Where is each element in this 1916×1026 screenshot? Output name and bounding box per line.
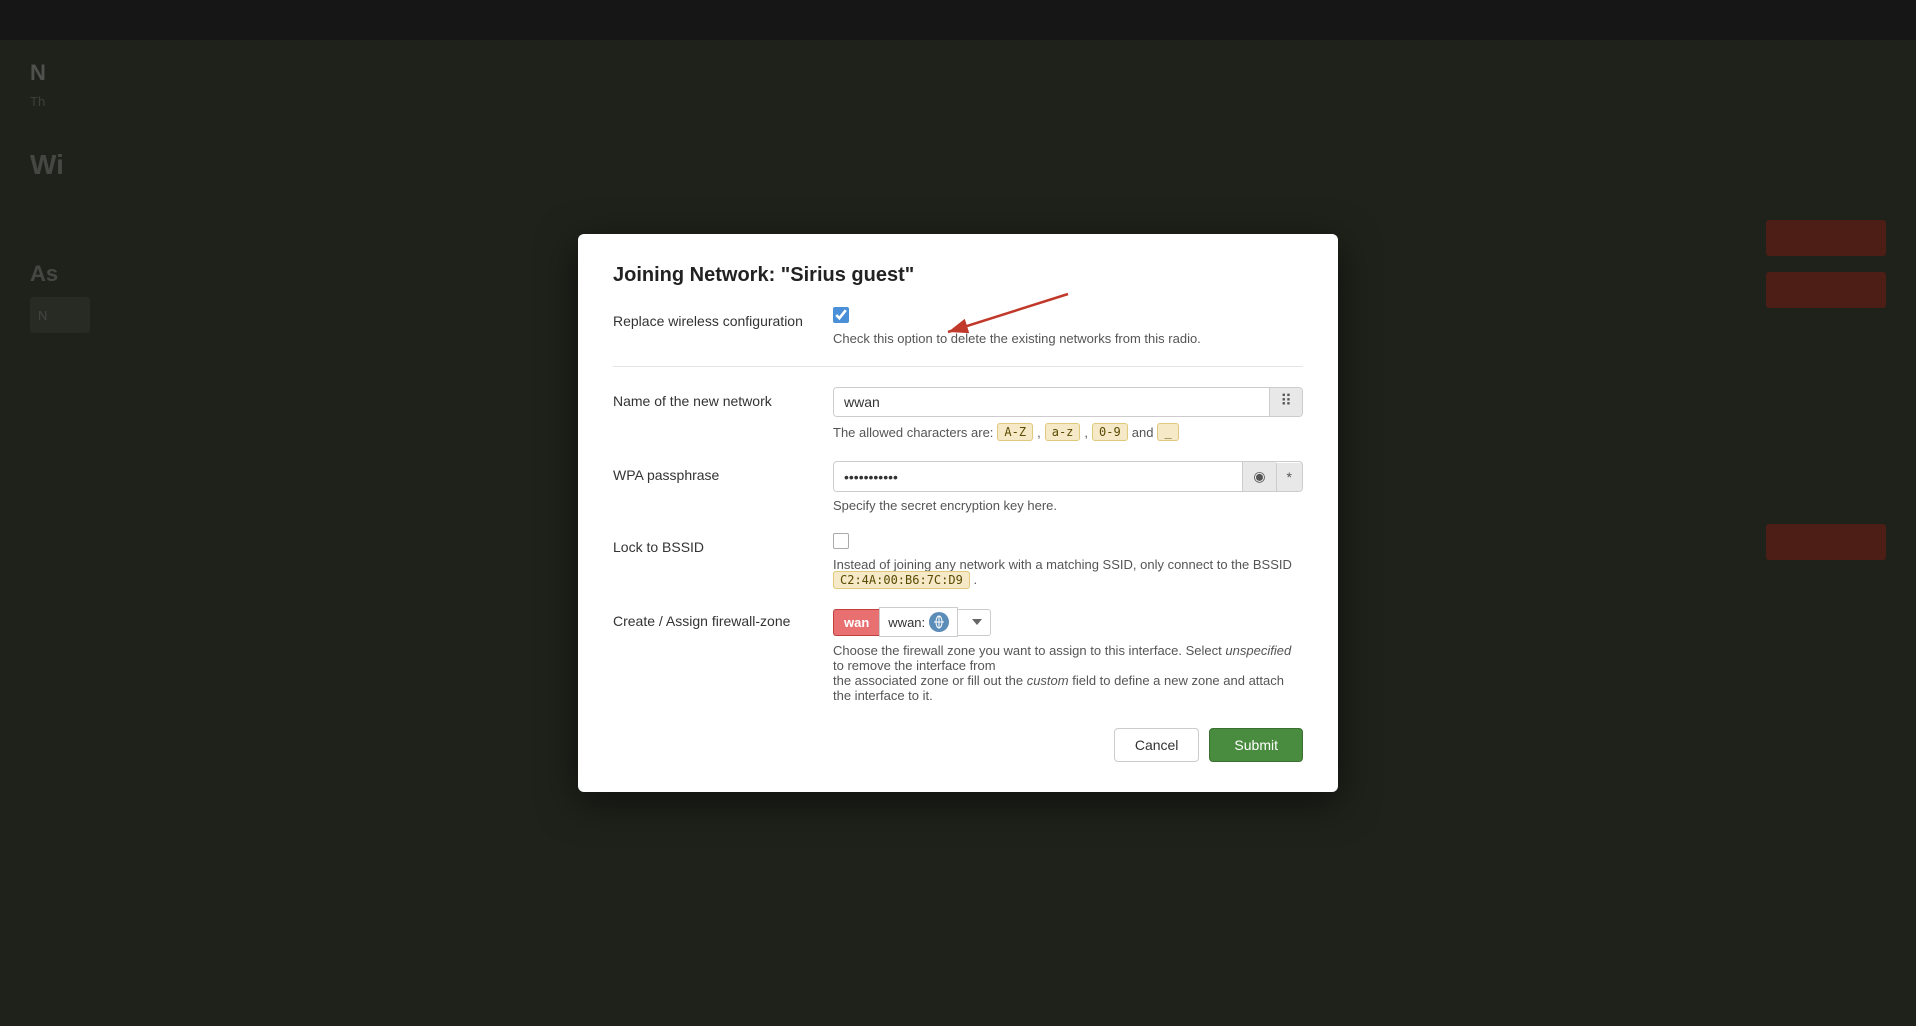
lock-bssid-label: Lock to BSSID — [613, 533, 833, 555]
lock-bssid-help: Instead of joining any network with a ma… — [833, 557, 1303, 587]
char-badge-az-upper: A-Z — [997, 423, 1033, 441]
char-comma-2: , — [1084, 425, 1088, 440]
firewall-zone-control: wan wwan: Cho — [833, 607, 1303, 703]
wpa-control: ◉ * Specify the secret encryption key he… — [833, 461, 1303, 513]
modal-dialog: Joining Network: "Sirius guest" Replace … — [578, 234, 1338, 792]
firewall-zone-row: Create / Assign firewall-zone wan wwan: — [613, 607, 1303, 703]
zone-wwan-part: wwan: — [879, 607, 958, 637]
replace-wireless-control: Check this option to delete the existing… — [833, 307, 1303, 346]
zone-wan-badge: wan — [833, 609, 879, 636]
firewall-zone-selector: wan wwan: — [833, 607, 1303, 637]
wpa-star-btn[interactable]: * — [1276, 463, 1302, 491]
replace-wireless-label: Replace wireless configuration — [613, 307, 833, 329]
firewall-help-3: the associated zone or fill out the — [833, 673, 1023, 688]
network-name-row: Name of the new network ⠿ The allowed ch… — [613, 387, 1303, 441]
network-name-input-group: ⠿ — [833, 387, 1303, 417]
firewall-help-italic: unspecified — [1225, 643, 1291, 658]
firewall-help-italic2: custom — [1027, 673, 1069, 688]
char-and: and — [1132, 425, 1154, 440]
lock-bssid-control: Instead of joining any network with a ma… — [833, 533, 1303, 587]
lock-bssid-checkbox[interactable] — [833, 533, 849, 549]
lock-bssid-checkbox-row — [833, 533, 1303, 549]
network-name-input[interactable] — [834, 388, 1269, 416]
wpa-input-group: ◉ * — [833, 461, 1303, 492]
allowed-chars-prefix: The allowed characters are: — [833, 425, 993, 440]
firewall-zone-help: Choose the firewall zone you want to ass… — [833, 643, 1303, 703]
zone-wwan-network-icon — [932, 615, 946, 629]
modal-footer: Cancel Submit — [613, 728, 1303, 762]
submit-button[interactable]: Submit — [1209, 728, 1303, 762]
replace-wireless-checkbox-row — [833, 307, 1303, 323]
modal-title: Joining Network: "Sirius guest" — [613, 264, 1303, 287]
wpa-input[interactable] — [834, 463, 1242, 491]
bssid-code: C2:4A:00:B6:7C:D9 — [833, 571, 970, 589]
lock-bssid-help-prefix: Instead of joining any network with a ma… — [833, 557, 1292, 572]
allowed-chars-hint: The allowed characters are: A-Z , a-z , … — [833, 423, 1303, 441]
wpa-reveal-btn[interactable]: ◉ — [1242, 462, 1275, 491]
replace-wireless-help: Check this option to delete the existing… — [833, 331, 1303, 346]
firewall-help-2: to remove the interface from — [833, 658, 996, 673]
wpa-label: WPA passphrase — [613, 461, 833, 483]
zone-wwan-icon — [929, 612, 949, 632]
replace-wireless-checkbox[interactable] — [833, 307, 849, 323]
network-name-control: ⠿ The allowed characters are: A-Z , a-z … — [833, 387, 1303, 441]
wpa-row: WPA passphrase ◉ * Specify the secret en… — [613, 461, 1303, 513]
zone-select[interactable] — [958, 609, 991, 636]
network-name-label: Name of the new network — [613, 387, 833, 409]
firewall-help-1: Choose the firewall zone you want to ass… — [833, 643, 1222, 658]
char-badge-az-lower: a-z — [1045, 423, 1081, 441]
divider-1 — [613, 366, 1303, 367]
lock-bssid-row: Lock to BSSID Instead of joining any net… — [613, 533, 1303, 587]
char-badge-09: 0-9 — [1092, 423, 1128, 441]
network-name-browse-btn[interactable]: ⠿ — [1269, 388, 1302, 416]
firewall-zone-label: Create / Assign firewall-zone — [613, 607, 833, 629]
char-comma-1: , — [1037, 425, 1041, 440]
wpa-help: Specify the secret encryption key here. — [833, 498, 1303, 513]
zone-wwan-text: wwan: — [888, 615, 925, 630]
lock-bssid-help-suffix: . — [973, 572, 977, 587]
cancel-button[interactable]: Cancel — [1114, 728, 1200, 762]
replace-wireless-row: Replace wireless configuration Check thi… — [613, 307, 1303, 346]
char-badge-underscore: _ — [1157, 423, 1178, 441]
